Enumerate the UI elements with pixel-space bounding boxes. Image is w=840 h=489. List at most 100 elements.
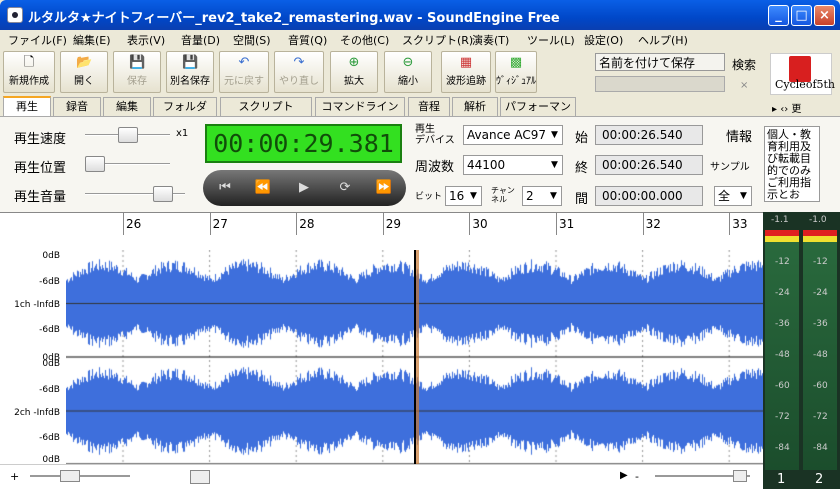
menu-item[interactable]: 表示(V) [127,32,165,48]
ruler-mark [556,213,557,235]
volume-label: 再生音量 [14,190,67,205]
vzoom-thumb[interactable] [733,470,747,482]
speed-slider[interactable] [117,127,138,143]
visual-button[interactable]: ▩ ｳﾞｨｼﾞｭｱﾙ [495,51,537,93]
tab-0[interactable]: 再生 [3,96,51,116]
peak-1: -1.1 [771,215,789,225]
freq-select[interactable]: 44100 ▼ [463,155,563,175]
ruler-mark [729,213,731,235]
zoom-plus-icon[interactable]: + [10,470,19,483]
menu-item[interactable]: 設定(O) [584,32,623,48]
menu-item[interactable]: ヘルプ(H) [638,32,688,48]
horizontal-scrollbar[interactable]: + ▶ - [0,464,763,489]
minimize-button[interactable]: _ [768,5,789,26]
ruler-mark [209,213,211,235]
tab-6[interactable]: 音程 [408,97,450,116]
end-time[interactable]: 00:00:26.540 [595,155,703,175]
save-as-icon: 💾 [182,55,199,70]
tab-scroll-icon[interactable]: ‹› [780,104,788,115]
menu-item[interactable]: ツール(L) [527,32,575,48]
ch2-label: 2ch -InfdB [14,408,60,418]
maximize-button[interactable]: □ [791,5,812,26]
tab-4[interactable]: スクリプト [220,97,312,116]
notice-box[interactable]: 個人・教育利用及び転載目的でのみご利用指示とお [764,126,820,202]
tab-3[interactable]: フォルダ [153,97,217,116]
close-button[interactable]: × [814,5,835,26]
open-button[interactable]: 📂 開く [60,51,108,93]
position-slider[interactable] [85,156,105,172]
tab-1[interactable]: 録音 [53,97,101,116]
sample-label[interactable]: サンプル [710,158,750,173]
menu-item[interactable]: 演奏(T) [472,32,509,48]
selection-marker[interactable] [416,250,419,464]
save-name-field[interactable]: 名前を付けて保存 [595,53,725,71]
tab-scroll-arrows[interactable]: ▸ ‹› 更 [772,100,801,115]
tab-bar: 再生録音編集フォルダスクリプトコマンドライン音程解析パフォーマンス [0,96,840,130]
undo-icon: ↶ [238,55,250,70]
zoom-in-button[interactable]: ⊕ 拡大 [330,51,378,93]
rewind-icon[interactable]: ⏪ [248,179,278,197]
bit-select[interactable]: 16 ▼ [445,186,482,206]
search-input[interactable] [595,76,725,92]
device-select[interactable]: Avance AC97 ▼ [463,125,563,145]
meter-level-label: -12 [775,257,790,267]
visual-icon: ▩ [509,55,523,70]
menu-item[interactable]: その他(C) [340,32,389,48]
menu-item[interactable]: 音量(D) [181,32,220,48]
scroll-thumb[interactable] [190,470,210,484]
speed-multiplier[interactable]: x1 [176,128,188,139]
tab-5[interactable]: コマンドライン [315,97,405,116]
chevron-down-icon: ▼ [470,191,477,201]
time-display: 00:00:29.381 [205,124,402,163]
unit-select[interactable]: 全 ▼ [714,186,752,206]
scroll-right-icon[interactable]: ▶ [620,470,628,481]
new-button[interactable]: 🗋 新規作成 [3,51,55,93]
skip-end-icon[interactable]: ⏩ [369,179,399,197]
speed-label: 再生速度 [14,132,67,147]
zoom-out-button[interactable]: ⊖ 縮小 [384,51,432,93]
play-icon[interactable]: ▶ [289,179,319,197]
save-as-label: 別名保存 [170,76,210,87]
start-time[interactable]: 00:00:26.540 [595,125,703,145]
search-label[interactable]: 検索 [732,56,756,73]
tab-2[interactable]: 編集 [103,97,151,116]
follow-label: 波形追跡 [446,76,486,87]
tab-8[interactable]: パフォーマンス [500,97,576,130]
zoom-thumb[interactable] [60,470,80,482]
tab-scroll-right-icon[interactable]: ▸ [772,104,777,115]
zoom-minus-icon[interactable]: - [635,470,639,483]
app-icon[interactable] [7,7,23,23]
menu-item[interactable]: 編集(E) [73,32,111,48]
ruler-mark [642,213,644,235]
start-label: 始 [575,131,589,146]
save-button[interactable]: 💾 保存 [113,51,161,93]
playhead[interactable] [414,250,416,464]
undo-button[interactable]: ↶ 元に戻す [219,51,269,93]
menu-item[interactable]: 空間(S) [233,32,271,48]
redo-label: やり直し [279,76,319,87]
redo-button[interactable]: ↷ やり直し [274,51,324,93]
tab-more-label[interactable]: 更 [791,104,801,115]
channel-label: チャンネル [491,186,515,204]
chevron-down-icon: ▼ [740,191,747,201]
length-time[interactable]: 00:00:00.000 [595,186,703,206]
loop-icon[interactable]: ⟳ [330,179,360,197]
volume-slider[interactable] [153,186,173,202]
tab-7[interactable]: 解析 [452,97,498,116]
menu-item[interactable]: スクリプト(R) [402,32,473,48]
zoom-in-icon: ⊕ [348,55,360,70]
transport-bar: ⏮ ⏪ ▶ ⟳ ⏩ [203,170,406,206]
end-label: 終 [575,161,589,176]
device-label: 再生 デバイス [415,124,455,146]
follow-wave-button[interactable]: ▦ 波形追跡 [441,51,491,93]
length-label: 間 [575,192,589,207]
menu-item[interactable]: 音質(Q) [288,32,327,48]
chevron-down-icon: ▼ [551,160,558,170]
skip-start-icon[interactable]: ⏮ [210,179,240,197]
save-as-button[interactable]: 💾 別名保存 [166,51,214,93]
clear-search-icon[interactable]: × [740,80,748,91]
ch1-db-low: -6dB [39,325,60,335]
channel-select[interactable]: 2 ▼ [522,186,562,206]
meter-num-1: 1 [777,472,786,487]
menu-item[interactable]: ファイル(F) [8,32,67,48]
